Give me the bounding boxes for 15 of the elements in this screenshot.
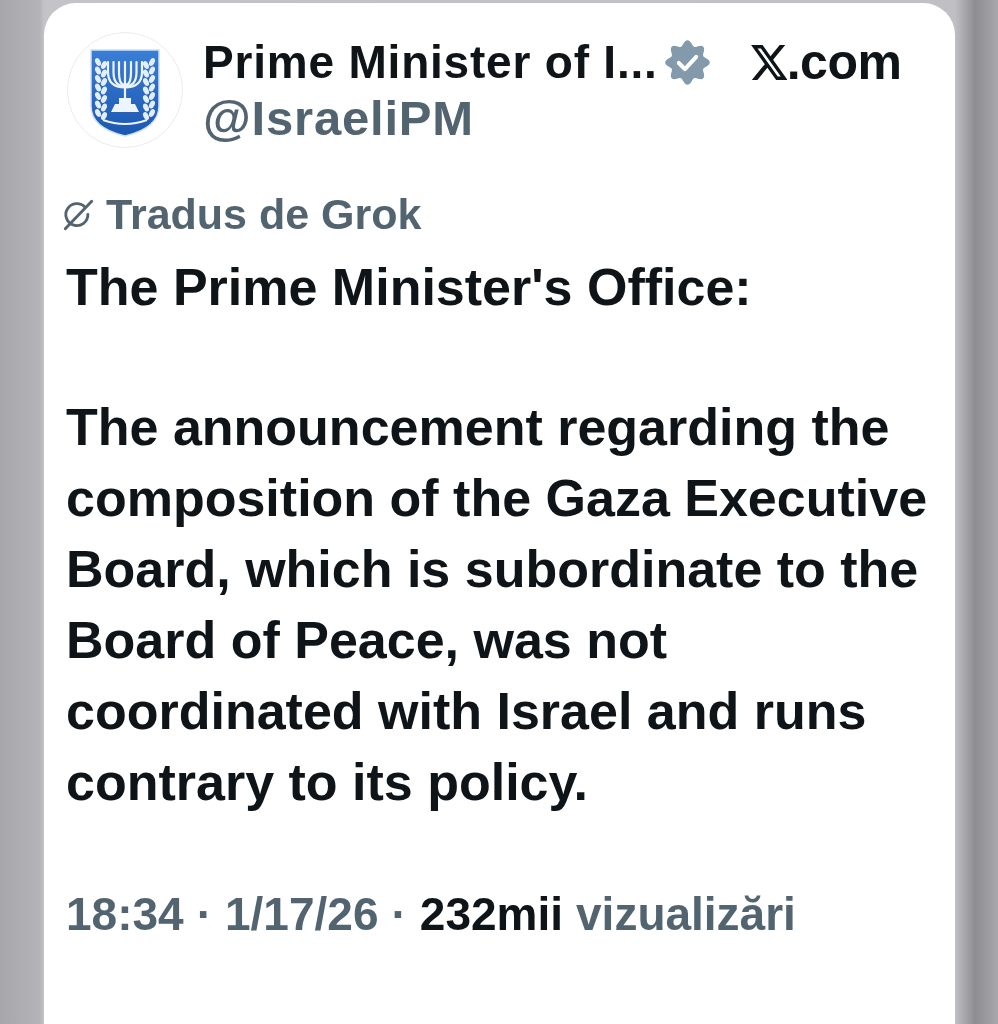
- post-meta-text: vizualizări: [576, 887, 796, 941]
- source-domain: .com: [786, 38, 902, 86]
- post-meta-text: ·: [391, 887, 407, 941]
- post-meta-text: ·: [196, 887, 212, 941]
- post-meta-text: 1/17/26: [225, 887, 379, 941]
- slashed-circle-icon: [62, 197, 95, 231]
- translation-label[interactable]: Tradus de Grok: [106, 189, 422, 239]
- account-handle[interactable]: @IsraeliPM: [203, 91, 902, 145]
- post-text: The Prime Minister's Office:: [66, 257, 753, 318]
- x-logo-icon: [750, 44, 787, 80]
- post-text: The announcement regarding the composition of the Gaza Executive Board, which is subordinate to the Board of Peace, was not coordinated with Israel and runs contrary to its policy.: [66, 397, 929, 813]
- emblem-avatar[interactable]: [67, 32, 183, 148]
- account-name[interactable]: Prime Minister of I...: [203, 38, 658, 86]
- view-count: 232mii: [419, 887, 563, 941]
- post-meta-text: 18:34: [66, 887, 184, 941]
